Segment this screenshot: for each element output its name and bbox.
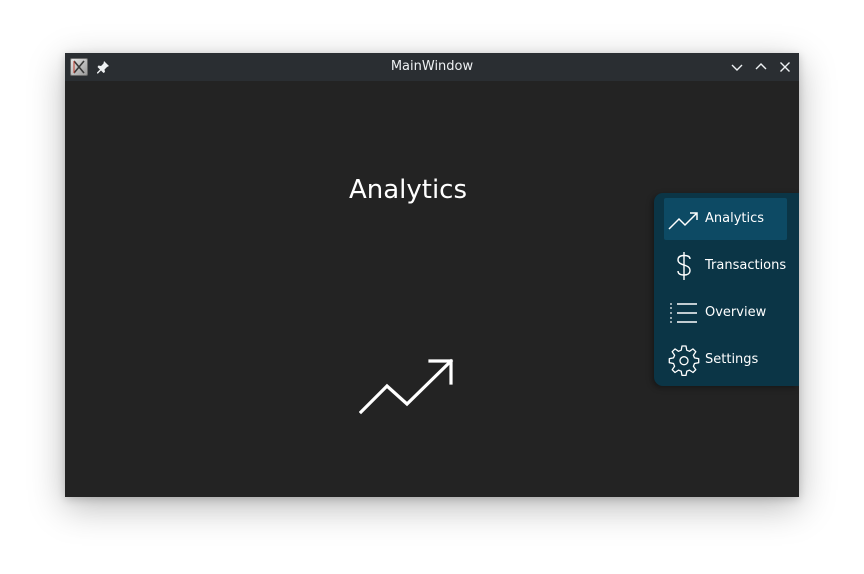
sidebar-item-transactions[interactable]: Transactions [664, 245, 787, 287]
list-icon [668, 297, 700, 329]
title-bar[interactable]: MainWindow [65, 53, 799, 81]
page-title: Analytics [348, 175, 468, 205]
sidebar: Analytics Transactions Overview Settings [654, 193, 799, 386]
sidebar-item-label: Overview [705, 305, 767, 320]
sidebar-item-analytics[interactable]: Analytics [664, 198, 787, 240]
sidebar-item-settings[interactable]: Settings [664, 339, 787, 381]
dollar-icon [668, 250, 700, 282]
chevron-up-icon[interactable] [753, 59, 769, 75]
main-window: MainWindow Analytics Analytics Transacti… [65, 53, 799, 497]
window-title: MainWindow [390, 59, 474, 74]
sidebar-item-label: Settings [705, 352, 759, 367]
chevron-down-icon[interactable] [729, 59, 745, 75]
sidebar-item-overview[interactable]: Overview [664, 292, 787, 334]
trending-up-icon [668, 203, 700, 235]
gear-icon [668, 344, 700, 377]
sidebar-item-label: Analytics [705, 211, 765, 226]
trending-up-icon [358, 357, 459, 417]
sidebar-item-label: Transactions [705, 258, 787, 273]
close-icon[interactable] [777, 59, 793, 75]
